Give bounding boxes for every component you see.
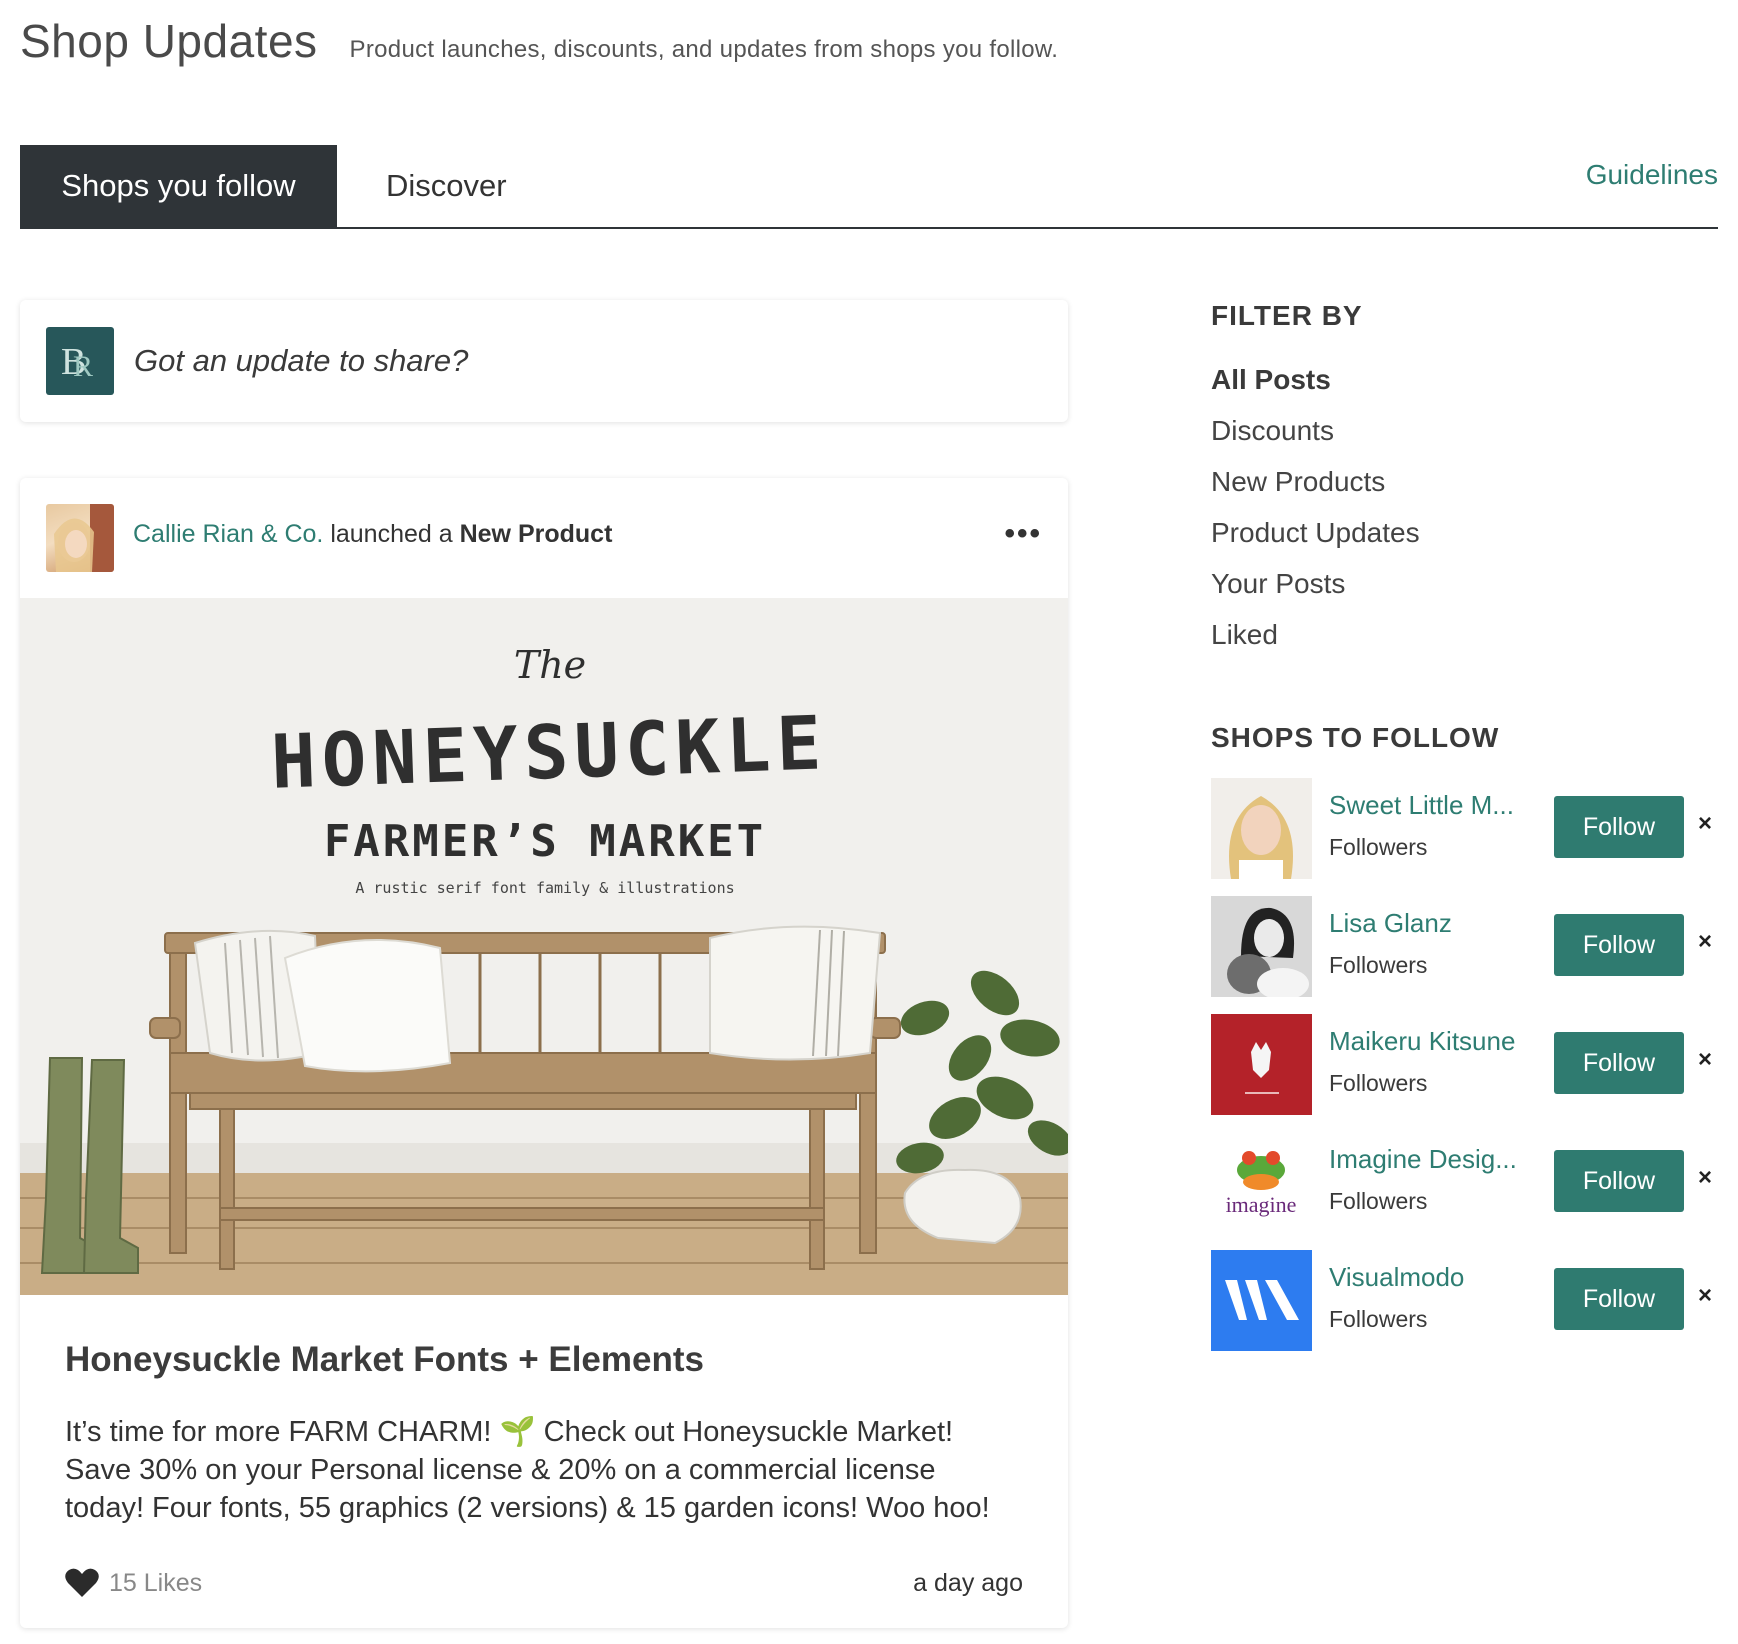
post-shop-link[interactable]: Callie Rian & Co. (133, 520, 323, 548)
image-script-text: The (514, 643, 586, 687)
shop-followers: Followers (1329, 1070, 1428, 1096)
heart-icon[interactable] (65, 1568, 99, 1598)
page-title: Shop Updates (20, 15, 318, 67)
post-image[interactable]: The HONEYSUCKLE FARMER’S MARKET A rustic… (20, 598, 1068, 1295)
follow-button[interactable]: Follow (1554, 914, 1684, 976)
tab-shops-you-follow[interactable]: Shops you follow (20, 145, 337, 227)
filter-product-updates[interactable]: Product Updates (1211, 507, 1721, 558)
image-subhead-text: FARMER’S MARKET (324, 816, 766, 867)
close-icon[interactable]: × (1698, 928, 1712, 956)
follow-button[interactable]: Follow (1554, 1032, 1684, 1094)
shop-avatar[interactable] (1211, 1250, 1312, 1351)
post-body-line: today! Four fonts, 55 graphics (2 versio… (65, 1492, 990, 1524)
shop-name[interactable]: Visualmodo (1329, 1262, 1529, 1293)
post-title[interactable]: Honeysuckle Market Fonts + Elements (65, 1340, 704, 1380)
close-icon[interactable]: × (1698, 1164, 1712, 1192)
tab-bar: Shops you follow Discover Guidelines (20, 145, 1718, 229)
guidelines-link[interactable]: Guidelines (1586, 159, 1718, 191)
post-card: Callie Rian & Co. launched a New Product… (20, 478, 1068, 1628)
filter-liked[interactable]: Liked (1211, 609, 1721, 660)
update-composer[interactable]: B R Got an update to share? (20, 300, 1068, 422)
shops-to-follow-list: Sweet Little M... Followers Follow × Lis… (1211, 778, 1721, 1368)
tab-discover[interactable]: Discover (386, 145, 507, 227)
follow-button[interactable]: Follow (1554, 1268, 1684, 1330)
shop-followers: Followers (1329, 1306, 1428, 1332)
close-icon[interactable]: × (1698, 810, 1712, 838)
filter-discounts[interactable]: Discounts (1211, 405, 1721, 456)
post-header: Callie Rian & Co. launched a New Product… (20, 478, 1068, 598)
post-body: It’s time for more FARM CHARM! 🌱 Check o… (65, 1413, 1040, 1527)
shop-avatar[interactable] (1211, 778, 1312, 879)
shop-suggestion: imagine Imagine Desig... Followers Follo… (1211, 1132, 1721, 1250)
shop-suggestion: Visualmodo Followers Follow × (1211, 1250, 1721, 1368)
filter-heading: FILTER BY (1211, 300, 1363, 331)
shop-name[interactable]: Maikeru Kitsune (1329, 1026, 1529, 1057)
sidebar: FILTER BY All Posts Discounts New Produc… (1211, 300, 1721, 1368)
post-body-line: Save 30% on your Personal license & 20% … (65, 1454, 936, 1486)
shop-avatar[interactable] (46, 504, 114, 572)
post-body-line: It’s time for more FARM CHARM! 🌱 Check o… (65, 1416, 954, 1448)
shop-suggestion: Sweet Little M... Followers Follow × (1211, 778, 1721, 896)
follow-button[interactable]: Follow (1554, 796, 1684, 858)
filter-new-products[interactable]: New Products (1211, 456, 1721, 507)
shop-followers: Followers (1329, 834, 1428, 860)
shop-name[interactable]: Sweet Little M... (1329, 790, 1529, 821)
shop-suggestion: Maikeru Kitsune Followers Follow × (1211, 1014, 1721, 1132)
shop-followers: Followers (1329, 1188, 1428, 1214)
post-headline: Callie Rian & Co. launched a New Product (133, 520, 612, 549)
svg-text:R: R (73, 350, 93, 383)
post-type: New Product (459, 520, 613, 548)
post-timestamp: a day ago (913, 1568, 1023, 1597)
post-action-text: launched a (330, 520, 453, 548)
filter-all-posts[interactable]: All Posts (1211, 354, 1721, 405)
close-icon[interactable]: × (1698, 1282, 1712, 1310)
filter-list: All Posts Discounts New Products Product… (1211, 354, 1721, 660)
shops-to-follow-heading: SHOPS TO FOLLOW (1211, 722, 1500, 753)
imagine-logo-text: imagine (1226, 1192, 1297, 1217)
shop-avatar[interactable]: imagine (1211, 1132, 1312, 1233)
page-header: Shop Updates Product launches, discounts… (20, 14, 1058, 68)
shop-suggestion: Lisa Glanz Followers Follow × (1211, 896, 1721, 1014)
shop-avatar[interactable] (1211, 1014, 1312, 1115)
post-footer: 15 Likes a day ago (65, 1563, 1023, 1603)
more-options-icon[interactable]: ••• (1004, 519, 1042, 549)
image-tagline-text: A rustic serif font family & illustratio… (355, 879, 734, 897)
shop-avatar[interactable] (1211, 896, 1312, 997)
br-monogram-icon: B R (46, 327, 114, 395)
shop-name[interactable]: Lisa Glanz (1329, 908, 1529, 939)
shop-followers: Followers (1329, 952, 1428, 978)
filter-your-posts[interactable]: Your Posts (1211, 558, 1721, 609)
page-subtitle: Product launches, discounts, and updates… (349, 36, 1059, 63)
close-icon[interactable]: × (1698, 1046, 1712, 1074)
follow-button[interactable]: Follow (1554, 1150, 1684, 1212)
shop-name[interactable]: Imagine Desig... (1329, 1144, 1529, 1175)
composer-prompt: Got an update to share? (134, 343, 469, 378)
like-count: 15 Likes (109, 1568, 203, 1597)
